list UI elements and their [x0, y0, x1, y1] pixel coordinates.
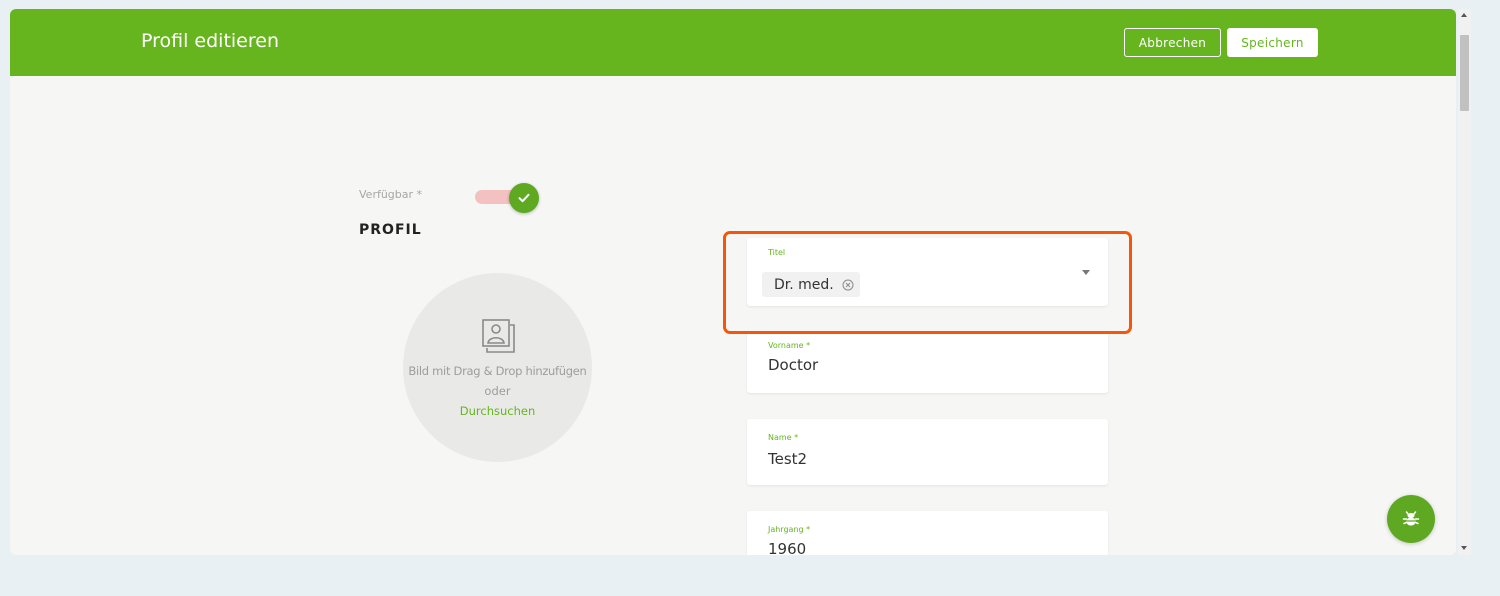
scroll-up-icon[interactable]	[1461, 13, 1467, 17]
name-field[interactable]: Name * Test2	[747, 419, 1108, 485]
edit-profile-panel: Profil editieren Abbrechen Speichern Ver…	[10, 9, 1456, 555]
bug-report-button[interactable]	[1387, 495, 1435, 543]
titel-chip: Dr. med.	[762, 272, 860, 297]
image-dropzone[interactable]: Bild mit Drag & Drop hinzufügen oder Dur…	[403, 273, 592, 462]
image-drop-text: Bild mit Drag & Drop hinzufügen	[408, 364, 587, 378]
bug-icon	[1402, 511, 1420, 526]
name-label: Name *	[768, 433, 799, 442]
header-bar: Profil editieren Abbrechen Speichern	[10, 9, 1456, 76]
remove-circle-icon[interactable]	[842, 279, 854, 291]
titel-chip-text: Dr. med.	[774, 276, 834, 293]
availability-toggle[interactable]	[509, 183, 539, 213]
titel-select[interactable]: Titel Dr. med.	[747, 238, 1108, 306]
jahrgang-value[interactable]: 1960	[768, 540, 806, 555]
vorname-field[interactable]: Vorname * Doctor	[747, 332, 1108, 393]
scrollbar-thumb[interactable]	[1460, 35, 1469, 111]
caret-down-icon[interactable]	[1082, 270, 1090, 275]
titel-label: Titel	[768, 248, 786, 257]
scrollbar[interactable]	[1458, 9, 1471, 555]
jahrgang-field[interactable]: Jahrgang * 1960	[747, 511, 1108, 555]
save-button[interactable]: Speichern	[1227, 28, 1318, 57]
image-placeholder-icon	[481, 319, 515, 353]
check-icon	[518, 193, 530, 203]
profile-section-heading: PROFIL	[359, 222, 422, 238]
vorname-label: Vorname *	[768, 341, 811, 350]
cancel-button[interactable]: Abbrechen	[1124, 28, 1221, 57]
image-drop-or: oder	[484, 384, 511, 398]
scroll-down-icon[interactable]	[1461, 546, 1467, 550]
vorname-value[interactable]: Doctor	[768, 356, 818, 374]
browse-link[interactable]: Durchsuchen	[460, 401, 536, 421]
page-title: Profil editieren	[141, 30, 280, 52]
availability-label: Verfügbar *	[359, 188, 423, 201]
name-value[interactable]: Test2	[768, 450, 807, 468]
jahrgang-label: Jahrgang *	[768, 525, 811, 534]
